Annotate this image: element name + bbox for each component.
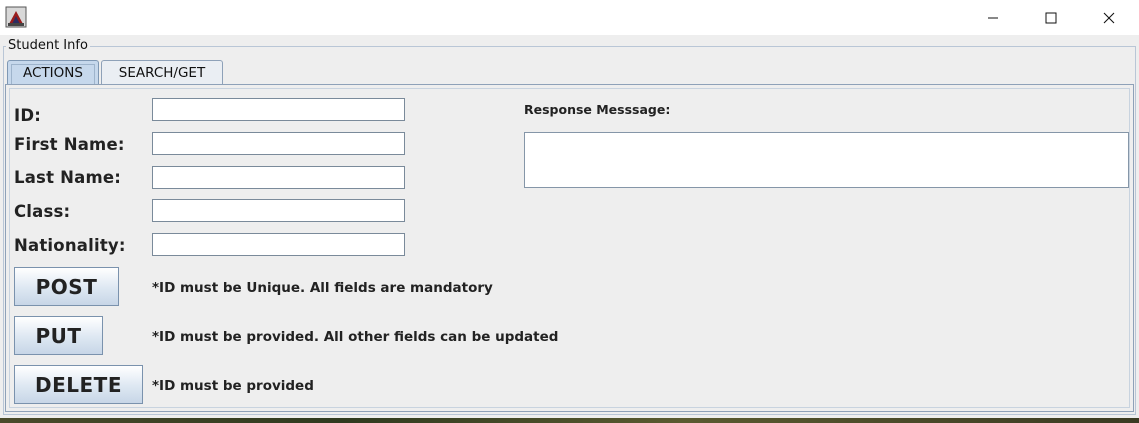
last-name-field[interactable] bbox=[152, 166, 405, 189]
post-note: *ID must be Unique. All fields are manda… bbox=[152, 280, 493, 296]
put-note: *ID must be provided. All other fields c… bbox=[152, 329, 559, 345]
title-bar[interactable] bbox=[0, 0, 1139, 35]
delete-note: *ID must be provided bbox=[152, 378, 314, 394]
close-icon bbox=[1103, 12, 1115, 23]
java-app-icon bbox=[5, 6, 27, 28]
desktop-background-strip bbox=[0, 418, 1139, 423]
minimize-button[interactable] bbox=[964, 0, 1022, 35]
app-window: Student Info ACTIONS SEARCH/GET ID: Firs… bbox=[0, 0, 1139, 418]
class-label: Class: bbox=[14, 202, 71, 221]
id-label: ID: bbox=[14, 106, 42, 125]
first-name-field[interactable] bbox=[152, 132, 405, 155]
response-message-label: Response Messsage: bbox=[524, 102, 671, 117]
first-name-label: First Name: bbox=[14, 135, 125, 154]
post-button[interactable]: POST bbox=[14, 267, 119, 306]
last-name-label: Last Name: bbox=[14, 168, 122, 187]
nationality-field[interactable] bbox=[152, 233, 405, 256]
response-message-area[interactable] bbox=[524, 132, 1129, 188]
maximize-icon bbox=[1045, 12, 1057, 23]
delete-button[interactable]: DELETE bbox=[14, 365, 143, 404]
maximize-button[interactable] bbox=[1022, 0, 1080, 35]
class-field[interactable] bbox=[152, 199, 405, 222]
tab-search-get[interactable]: SEARCH/GET bbox=[101, 60, 223, 84]
nationality-label: Nationality: bbox=[14, 236, 126, 255]
id-field[interactable] bbox=[152, 98, 405, 121]
close-button[interactable] bbox=[1080, 0, 1138, 35]
put-button[interactable]: PUT bbox=[14, 316, 103, 355]
group-title: Student Info bbox=[6, 38, 90, 53]
tab-actions[interactable]: ACTIONS bbox=[7, 60, 99, 84]
minimize-icon bbox=[988, 17, 998, 18]
